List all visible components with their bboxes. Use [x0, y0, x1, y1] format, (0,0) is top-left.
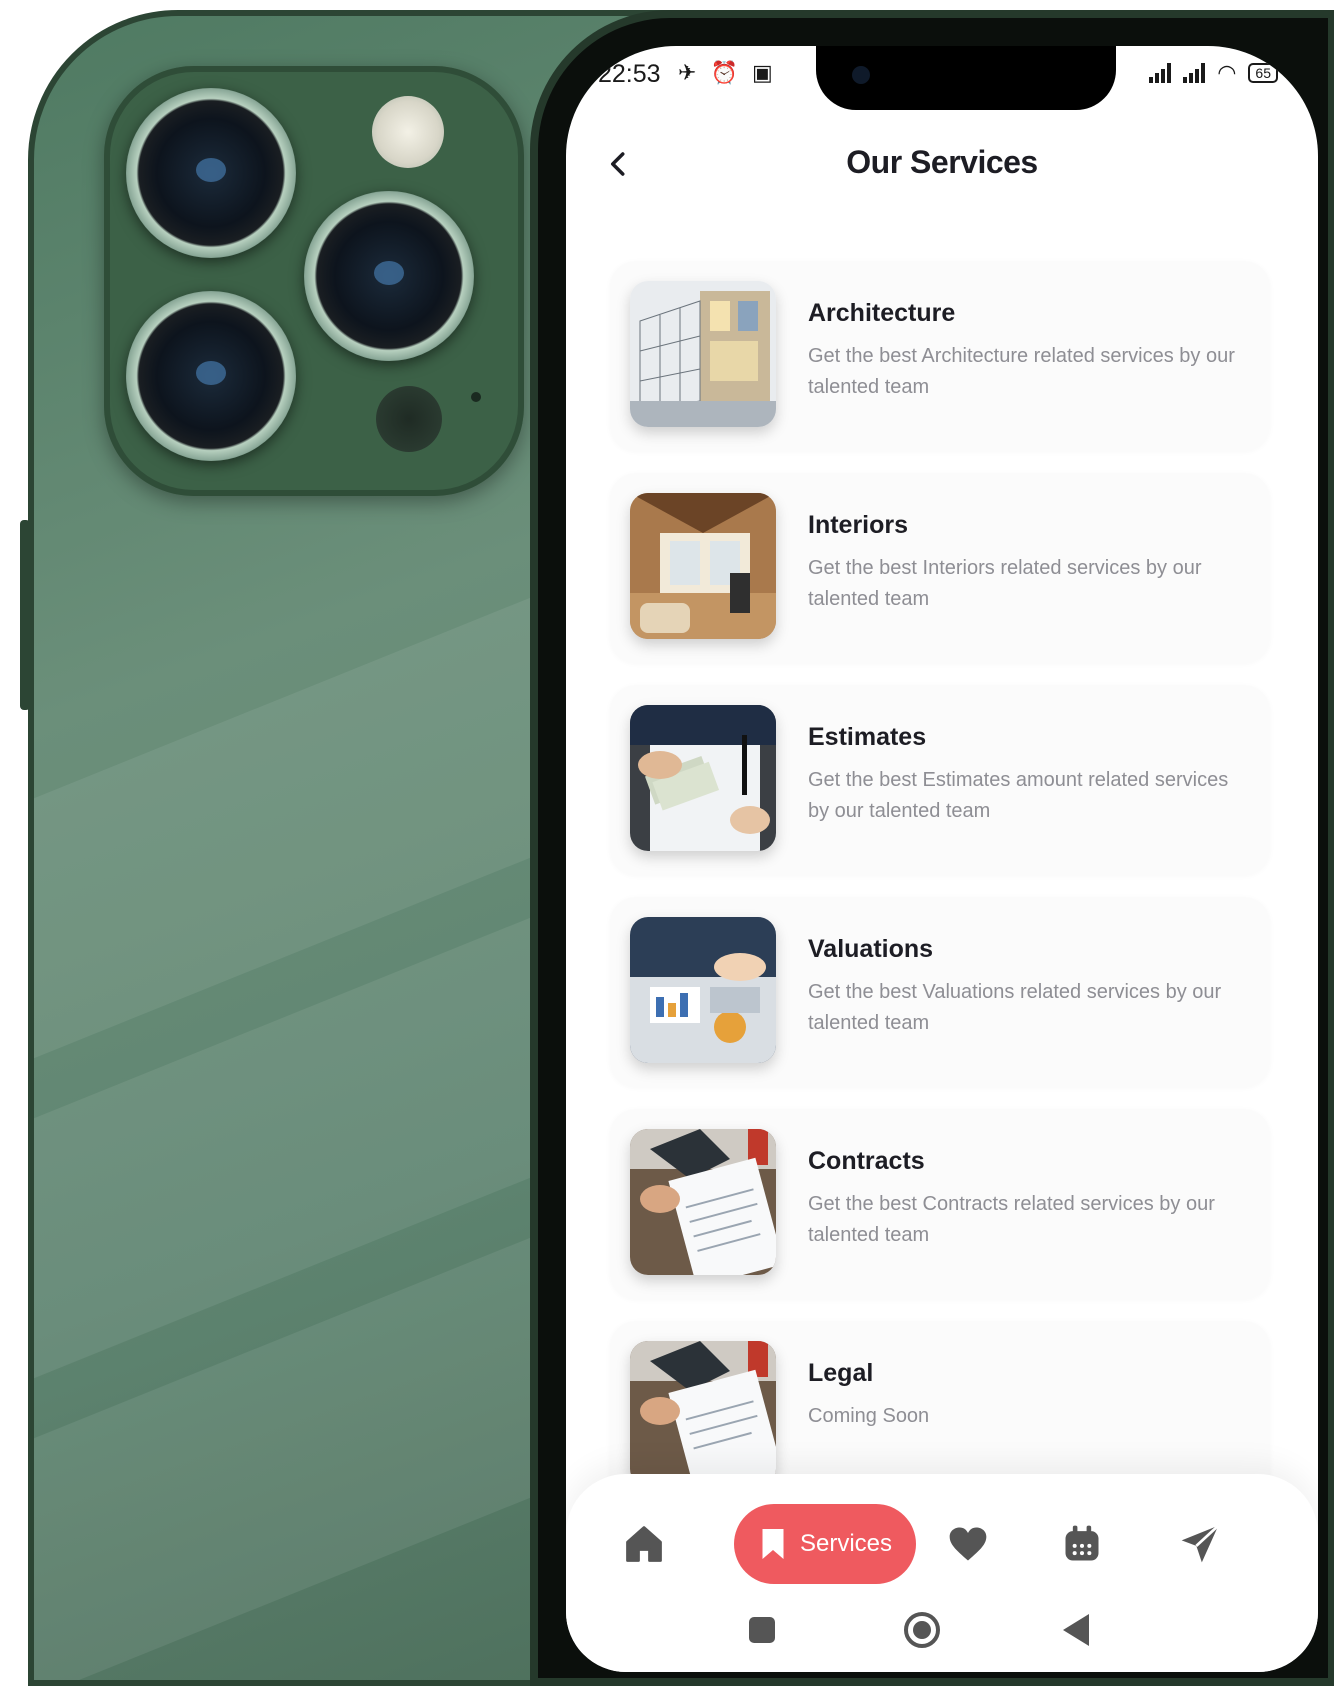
square-icon [749, 1617, 775, 1643]
legal-thumbnail [630, 1341, 776, 1487]
nav-home[interactable] [616, 1516, 672, 1572]
battery-icon: 65 [1248, 63, 1278, 83]
contracts-thumbnail [630, 1129, 776, 1275]
side-button [20, 520, 30, 710]
service-description: Coming Soon [808, 1405, 930, 1427]
camera-module [104, 66, 524, 496]
architecture-thumbnail [630, 281, 776, 427]
valuations-thumbnail [630, 917, 776, 1063]
service-title: Estimates [808, 723, 927, 751]
app-header: Our Services [566, 136, 1318, 196]
status-time: 22:53 [598, 60, 661, 88]
page-title: Our Services [846, 144, 1038, 180]
estimates-thumbnail [630, 705, 776, 851]
signal-icon [1183, 63, 1206, 83]
nav-services[interactable]: Services [734, 1504, 916, 1584]
nav-calendar[interactable] [1054, 1516, 1110, 1572]
service-card-contracts[interactable]: Contracts Get the best Contracts related… [610, 1109, 1270, 1299]
lidar-sensor-icon [376, 386, 442, 452]
notch [816, 46, 1116, 110]
recent-apps-button[interactable] [742, 1610, 782, 1650]
nav-services-label: Services [799, 1530, 893, 1557]
service-description: Get the best Contracts related services … [808, 1193, 1215, 1246]
service-card-valuations[interactable]: Valuations Get the best Valuations relat… [610, 897, 1270, 1087]
nav-favorites[interactable] [940, 1516, 996, 1572]
status-notification-icons: ✈ ⏰ ▣ [678, 60, 777, 85]
bookmark-icon [762, 1529, 784, 1559]
service-description: Get the best Architecture related servic… [808, 345, 1235, 398]
flash-icon [372, 96, 444, 168]
bottom-nav-row: Services [566, 1504, 1318, 1584]
service-card-estimates[interactable]: Estimates Get the best Estimates amount … [610, 685, 1270, 875]
heart-icon [949, 1527, 987, 1561]
services-list: Architecture Get the best Architecture r… [610, 261, 1270, 1533]
service-title: Interiors [808, 511, 909, 539]
service-title: Architecture [808, 299, 956, 327]
service-title: Legal [808, 1359, 874, 1387]
interiors-thumbnail [630, 493, 776, 639]
back-system-button[interactable] [1056, 1610, 1096, 1650]
send-icon [1181, 1524, 1220, 1563]
triangle-back-icon [1063, 1614, 1089, 1646]
service-description: Get the best Estimates amount related se… [808, 769, 1229, 822]
status-icons-right: ◠ 65 [1149, 60, 1278, 86]
wifi-icon: ◠ [1217, 60, 1237, 85]
camera-lens-icon [126, 291, 296, 461]
service-card-architecture[interactable]: Architecture Get the best Architecture r… [610, 261, 1270, 451]
calendar-icon [1065, 1525, 1099, 1561]
camera-lens-icon [304, 191, 474, 361]
home-system-button[interactable] [902, 1610, 942, 1650]
nav-messages[interactable] [1172, 1516, 1228, 1572]
home-icon [626, 1526, 662, 1562]
service-title: Valuations [808, 935, 934, 963]
microphone-dot [471, 392, 481, 402]
front-phone: 22:53 ✈ ⏰ ▣ ◠ 65 Our Services Architectu… [530, 10, 1334, 1686]
signal-icon [1149, 63, 1172, 83]
service-description: Get the best Interiors related services … [808, 557, 1202, 610]
service-card-interiors[interactable]: Interiors Get the best Interiors related… [610, 473, 1270, 663]
circle-icon [904, 1612, 940, 1648]
android-system-nav [566, 1602, 1318, 1652]
camera-lens-icon [126, 88, 296, 258]
service-title: Contracts [808, 1147, 925, 1175]
service-description: Get the best Valuations related services… [808, 981, 1222, 1034]
app-screen: 22:53 ✈ ⏰ ▣ ◠ 65 Our Services Architectu… [566, 46, 1318, 1672]
